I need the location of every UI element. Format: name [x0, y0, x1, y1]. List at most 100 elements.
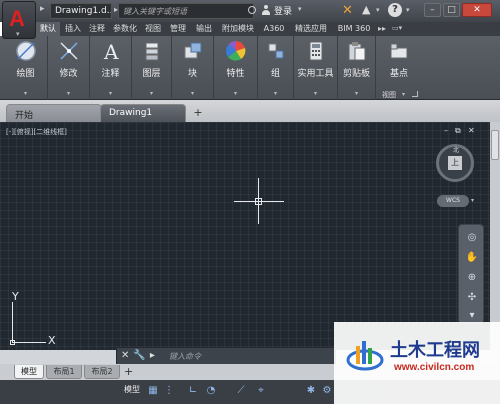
minimize-ribbon-icon[interactable]: ▭▾ [392, 24, 402, 32]
drawing-canvas[interactable]: [-][俯视][二维线框] – ⧉ ✕ 北 上 WCS ▾ ◎ ✋ ⊕ ✣ ▾ … [0, 122, 500, 350]
basepoint-icon [390, 43, 408, 59]
view-panel-label[interactable]: 视图 [382, 90, 396, 100]
apps-icon[interactable]: ▲ [362, 3, 370, 16]
tab-output[interactable]: 输出 [192, 22, 216, 36]
viewcube-north-label: 北 [453, 147, 460, 154]
tab-default[interactable]: 默认 [36, 22, 60, 36]
command-line[interactable]: ✕🔧▸ 键入命令 [116, 347, 336, 365]
new-layout-button[interactable]: + [124, 365, 133, 378]
viewport-close-icon[interactable]: ✕ [468, 126, 475, 135]
basepoint-button[interactable]: 基点 [376, 36, 422, 88]
tab-view[interactable]: 视图 [142, 22, 164, 36]
showmotion-icon[interactable]: ▾ [465, 309, 479, 323]
zoom-icon[interactable]: ⊕ [465, 271, 479, 285]
annotation-button[interactable]: A 注释 [90, 36, 131, 88]
ribbon-panel: 绘图 ▾ 修改 ▾ A 注释 ▾ 图层 ▾ 块 ▾ 特性 ▾ 组 ▾ 实用工具 … [0, 36, 500, 100]
command-input[interactable]: 键入命令 [169, 351, 201, 362]
chevron-down-icon[interactable]: ▾ [214, 90, 257, 97]
viewport-restore-icon[interactable]: ⧉ [455, 126, 461, 136]
chevron-down-icon[interactable]: ▾ [172, 90, 213, 97]
ortho-icon[interactable]: ∟ [186, 384, 200, 398]
steering-wheel-icon[interactable]: ◎ [465, 231, 479, 245]
chevron-down-icon[interactable]: ▾ [338, 90, 375, 97]
file-tab-bar: 开始 Drawing1 + [0, 100, 500, 122]
maximize-button[interactable]: □ [443, 3, 460, 17]
annotation-scale-icon[interactable]: ✱ [304, 384, 318, 398]
draw-button[interactable]: 绘图 [4, 36, 47, 88]
chevron-down-icon[interactable]: ▾ [402, 91, 405, 98]
chevron-down-icon[interactable]: ▾ [4, 90, 47, 97]
tab-drawing1[interactable]: Drawing1 [100, 104, 186, 122]
tab-bim360[interactable]: BIM 360 [334, 22, 374, 36]
osnap-icon[interactable]: ⌖ [254, 384, 268, 398]
group-draw: 绘图 ▾ [4, 36, 48, 100]
group-clipboard: 剪贴板 ▾ [338, 36, 376, 100]
tab-addins[interactable]: 附加模块 [218, 22, 258, 36]
group-label: 图层 [142, 69, 161, 79]
model-space-button[interactable]: 模型 [124, 384, 140, 395]
user-icon[interactable] [262, 5, 270, 15]
chevron-down-icon[interactable]: ▾ [90, 90, 131, 97]
tab-featured-apps[interactable]: 精选应用 [290, 22, 332, 36]
quick-access-toggle-icon[interactable]: ▸ [40, 4, 45, 14]
application-menu-button[interactable]: A ▾ [2, 1, 36, 39]
tab-a360[interactable]: A360 [260, 22, 288, 36]
scrollbar-thumb[interactable] [491, 130, 499, 160]
modify-button[interactable]: 修改 [48, 36, 89, 88]
layers-button[interactable]: 图层 [132, 36, 171, 88]
workspace-icon[interactable]: ⚙ [320, 384, 334, 398]
chevron-down-icon[interactable]: ▾ [406, 6, 410, 14]
search-input[interactable]: 键入关键字或短语 [118, 3, 254, 19]
help-icon[interactable]: ? [388, 3, 402, 17]
svg-text:A: A [103, 40, 119, 62]
draw-icon [15, 41, 36, 61]
close-button[interactable]: ✕ [462, 3, 492, 17]
grid-icon[interactable]: ▦ [146, 384, 160, 398]
group-label: 剪贴板 [342, 69, 370, 79]
exchange-icon[interactable]: ✕ [342, 3, 353, 18]
chevron-down-icon[interactable]: ▾ [294, 90, 337, 97]
orbit-icon[interactable]: ✣ [465, 291, 479, 305]
tab-layout2[interactable]: 布局2 [84, 365, 120, 379]
viewcube-top-face[interactable]: 上 [448, 156, 462, 170]
panel-launcher-icon[interactable] [412, 91, 418, 97]
new-tab-button[interactable]: + [190, 106, 206, 120]
chevron-down-icon[interactable]: ▾ [258, 90, 293, 97]
block-button[interactable]: 块 [172, 36, 213, 88]
group-button[interactable]: 组 [258, 36, 293, 88]
login-button[interactable]: 登录 [274, 4, 292, 17]
ribbon-tab-bar: 默认 插入 注释 参数化 视图 管理 输出 附加模块 A360 精选应用 BIM… [36, 22, 500, 36]
properties-button[interactable]: 特性 [214, 36, 257, 88]
tab-annotate[interactable]: 注释 [86, 22, 108, 36]
annotation-icon: A [103, 40, 119, 62]
tab-layout1[interactable]: 布局1 [46, 365, 82, 379]
search-icon[interactable] [248, 6, 256, 14]
properties-icon [225, 41, 245, 61]
viewcube[interactable]: 北 上 [436, 144, 474, 182]
chevron-down-icon[interactable]: ▾ [376, 6, 380, 14]
snap-icon[interactable]: ⋮ [162, 384, 176, 398]
vertical-scrollbar[interactable] [490, 122, 500, 350]
minimize-button[interactable]: – [424, 3, 441, 17]
pan-icon[interactable]: ✋ [465, 251, 479, 265]
chevron-down-icon[interactable]: ▾ [298, 5, 302, 13]
utilities-button[interactable]: 实用工具 [294, 36, 337, 88]
tab-parametric[interactable]: 参数化 [110, 22, 140, 36]
clipboard-icon [348, 42, 365, 61]
clipboard-button[interactable]: 剪贴板 [338, 36, 375, 88]
tab-manage[interactable]: 管理 [166, 22, 190, 36]
tab-start[interactable]: 开始 [6, 104, 102, 122]
chevron-down-icon[interactable]: ▾ [48, 90, 89, 97]
tab-model[interactable]: 模型 [14, 365, 44, 379]
isodraft-icon[interactable]: ⟋ [234, 384, 248, 398]
modify-icon [59, 42, 78, 60]
tabs-overflow-icon[interactable]: ▸▸ [378, 24, 386, 33]
wcs-menu-button[interactable]: WCS [437, 195, 469, 207]
chevron-down-icon[interactable]: ▾ [132, 90, 171, 97]
tab-insert[interactable]: 插入 [62, 22, 84, 36]
viewport-controls-label[interactable]: [-][俯视][二维线框] [6, 127, 67, 137]
polar-icon[interactable]: ◔ [204, 384, 218, 398]
chevron-down-icon[interactable]: ▾ [471, 197, 474, 204]
command-line-icons[interactable]: ✕🔧▸ [121, 350, 159, 361]
viewport-minimize-icon[interactable]: – [444, 126, 448, 135]
